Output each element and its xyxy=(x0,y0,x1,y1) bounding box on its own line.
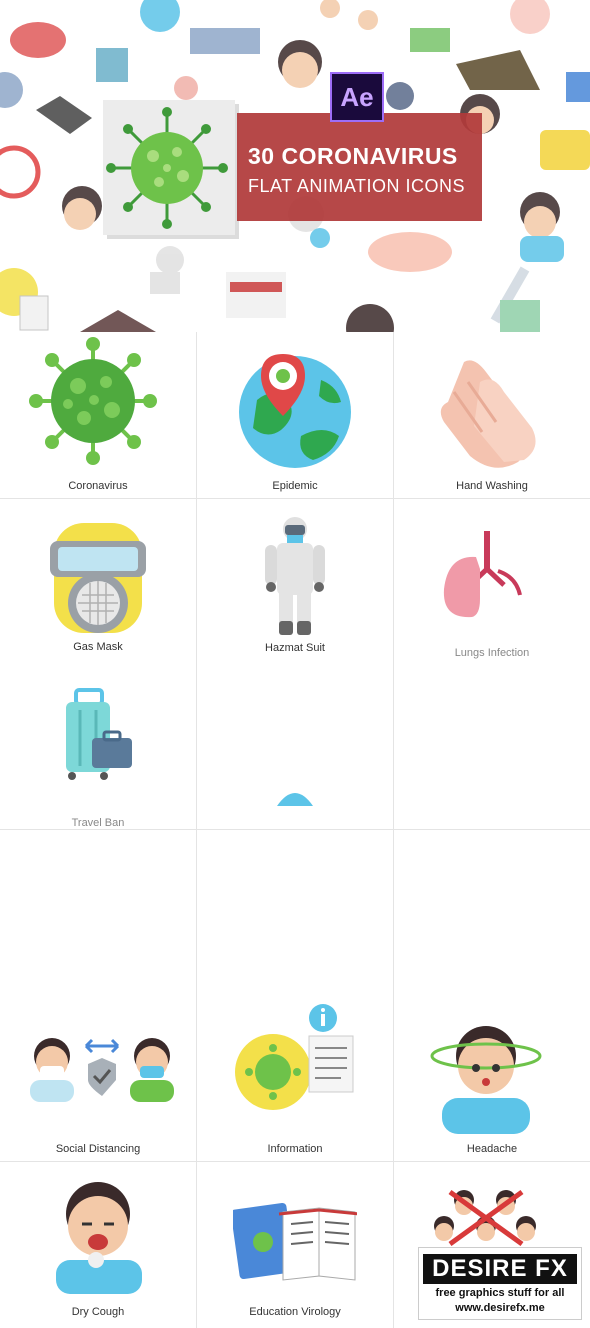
virus-icon xyxy=(29,337,157,465)
icon-card-headache: Headache xyxy=(394,830,590,1161)
after-effects-badge: Ae xyxy=(330,72,384,122)
icon-label: Lungs Infection xyxy=(454,647,530,659)
hazmat-suit-icon xyxy=(265,517,325,635)
icon-label: Coronavirus xyxy=(68,480,128,492)
hands-icon xyxy=(440,360,536,468)
lungs-icon xyxy=(443,531,522,618)
watermark: DESIRE FX free graphics stuff for all ww… xyxy=(418,1247,582,1320)
information-icon xyxy=(235,1004,354,1110)
icon-card-loading xyxy=(197,672,393,829)
icon-label: Hazmat Suit xyxy=(265,642,325,654)
dry-cough-icon xyxy=(56,1182,142,1294)
watermark-logo: DESIRE FX xyxy=(423,1254,577,1284)
icon-label: Gas Mask xyxy=(73,641,123,653)
icon-label: Dry Cough xyxy=(71,1306,125,1318)
icon-grid: Coronavirus Epidemic Hand Washing Gas Ma… xyxy=(0,332,590,1328)
gas-mask-icon xyxy=(50,523,146,633)
icon-card-social-distancing: Social Distancing xyxy=(0,830,196,1161)
icon-label: Travel Ban xyxy=(71,817,125,829)
icon-card-information: Information xyxy=(197,830,393,1161)
icon-label: Social Distancing xyxy=(55,1143,141,1155)
featured-virus-card xyxy=(103,100,235,235)
watermark-tagline: free graphics stuff for all xyxy=(435,1287,565,1299)
icon-label: Education Virology xyxy=(249,1306,341,1318)
watermark-url: www.desirefx.me xyxy=(455,1302,545,1314)
book-icon xyxy=(233,1202,357,1281)
icon-label: Headache xyxy=(466,1143,518,1155)
icon-card-epidemic: Epidemic xyxy=(197,332,393,498)
icon-card-coronavirus: Coronavirus xyxy=(0,332,196,498)
hero-title: 30 CORONAVIRUS xyxy=(248,143,458,169)
icon-label: Epidemic xyxy=(272,480,318,492)
hero-subtitle: FLAT ANIMATION ICONS xyxy=(248,176,466,196)
icon-card-lungs-infection: Lungs Infection xyxy=(394,499,590,829)
social-distancing-icon xyxy=(30,1038,174,1102)
hero-banner: 30 CORONAVIRUS FLAT ANIMATION ICONS Ae xyxy=(0,0,590,332)
icon-label: Hand Washing xyxy=(456,480,528,492)
group-crossed-icon xyxy=(434,1189,536,1246)
icon-card-education-virology: Education Virology xyxy=(197,1162,393,1328)
virus-icon xyxy=(106,107,228,229)
icon-card-travel-ban: Travel Ban xyxy=(0,672,196,829)
dome-shape-icon xyxy=(277,793,313,806)
icon-label: Information xyxy=(267,1143,323,1155)
icon-card-dry-cough: Dry Cough xyxy=(0,1162,196,1328)
icon-card-hand-washing: Hand Washing xyxy=(394,332,590,498)
headache-icon xyxy=(430,1026,542,1134)
globe-pin-icon xyxy=(239,354,351,468)
luggage-icon xyxy=(66,688,132,780)
